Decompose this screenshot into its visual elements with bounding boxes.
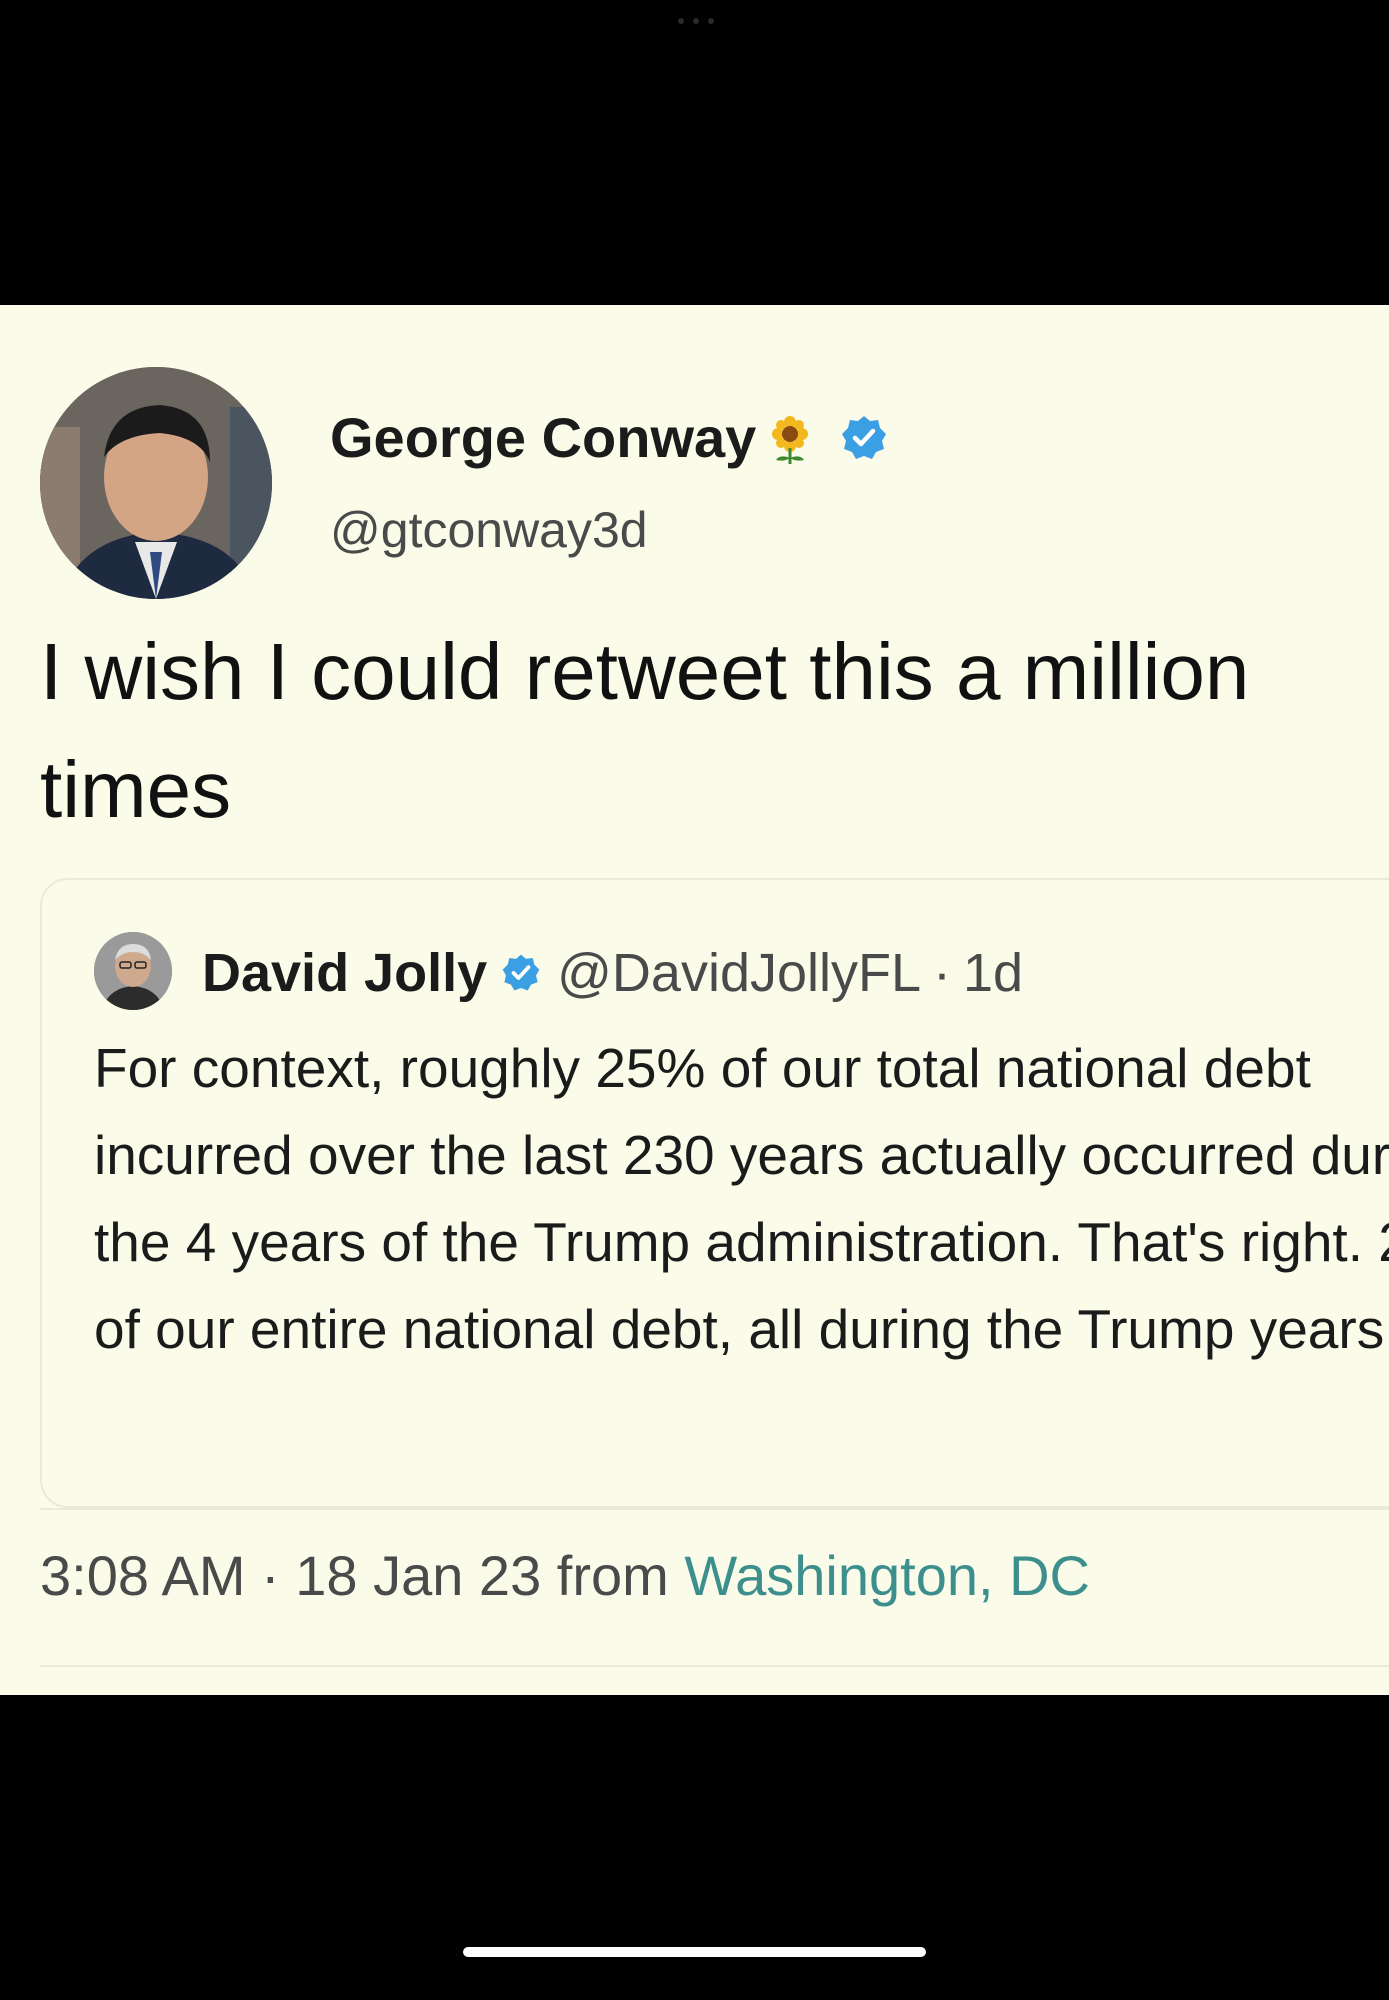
quoted-author-name[interactable]: David Jolly [202,942,487,1004]
author-avatar-image [40,367,272,599]
tweet-meta: 3:08 AM · 18 Jan 23 from Washington, DC [40,1543,1090,1608]
tweet-text: I wish I could retweet this a million ti… [40,627,1250,834]
sunflower-icon [772,415,809,464]
quoted-tweet-age[interactable]: 1d [963,942,1023,1004]
quoted-author-handle[interactable]: @DavidJollyFL [557,942,921,1004]
quoted-author-avatar[interactable] [94,932,172,1010]
verified-badge-icon [842,415,887,459]
home-indicator[interactable] [463,1947,926,1957]
author-name-row: George Conway [330,405,888,470]
tweet-timestamp[interactable]: 3:08 AM · 18 Jan 23 from [40,1544,669,1607]
tweet-card[interactable]: George Conway @gtconway3d I wish I could… [0,305,1389,1695]
quoted-separator: · [933,943,952,1003]
divider [40,1508,1389,1510]
divider [40,1665,1389,1667]
quoted-tweet-header: David Jolly @DavidJollyFL · 1d [202,942,1023,1004]
author-name[interactable]: George Conway [330,405,756,470]
status-dots [678,18,714,24]
verified-badge-icon [502,954,540,991]
quoted-author-avatar-image [94,932,172,1010]
tweet-location-link[interactable]: Washington, DC [684,1544,1090,1607]
author-avatar[interactable] [40,367,272,599]
author-handle[interactable]: @gtconway3d [330,501,648,559]
quoted-tweet-card[interactable]: David Jolly @DavidJollyFL · 1d For conte… [40,878,1389,1508]
top-black-bar [0,0,1389,305]
quoted-tweet-text: For context, roughly 25% of our total na… [94,1037,1389,1360]
